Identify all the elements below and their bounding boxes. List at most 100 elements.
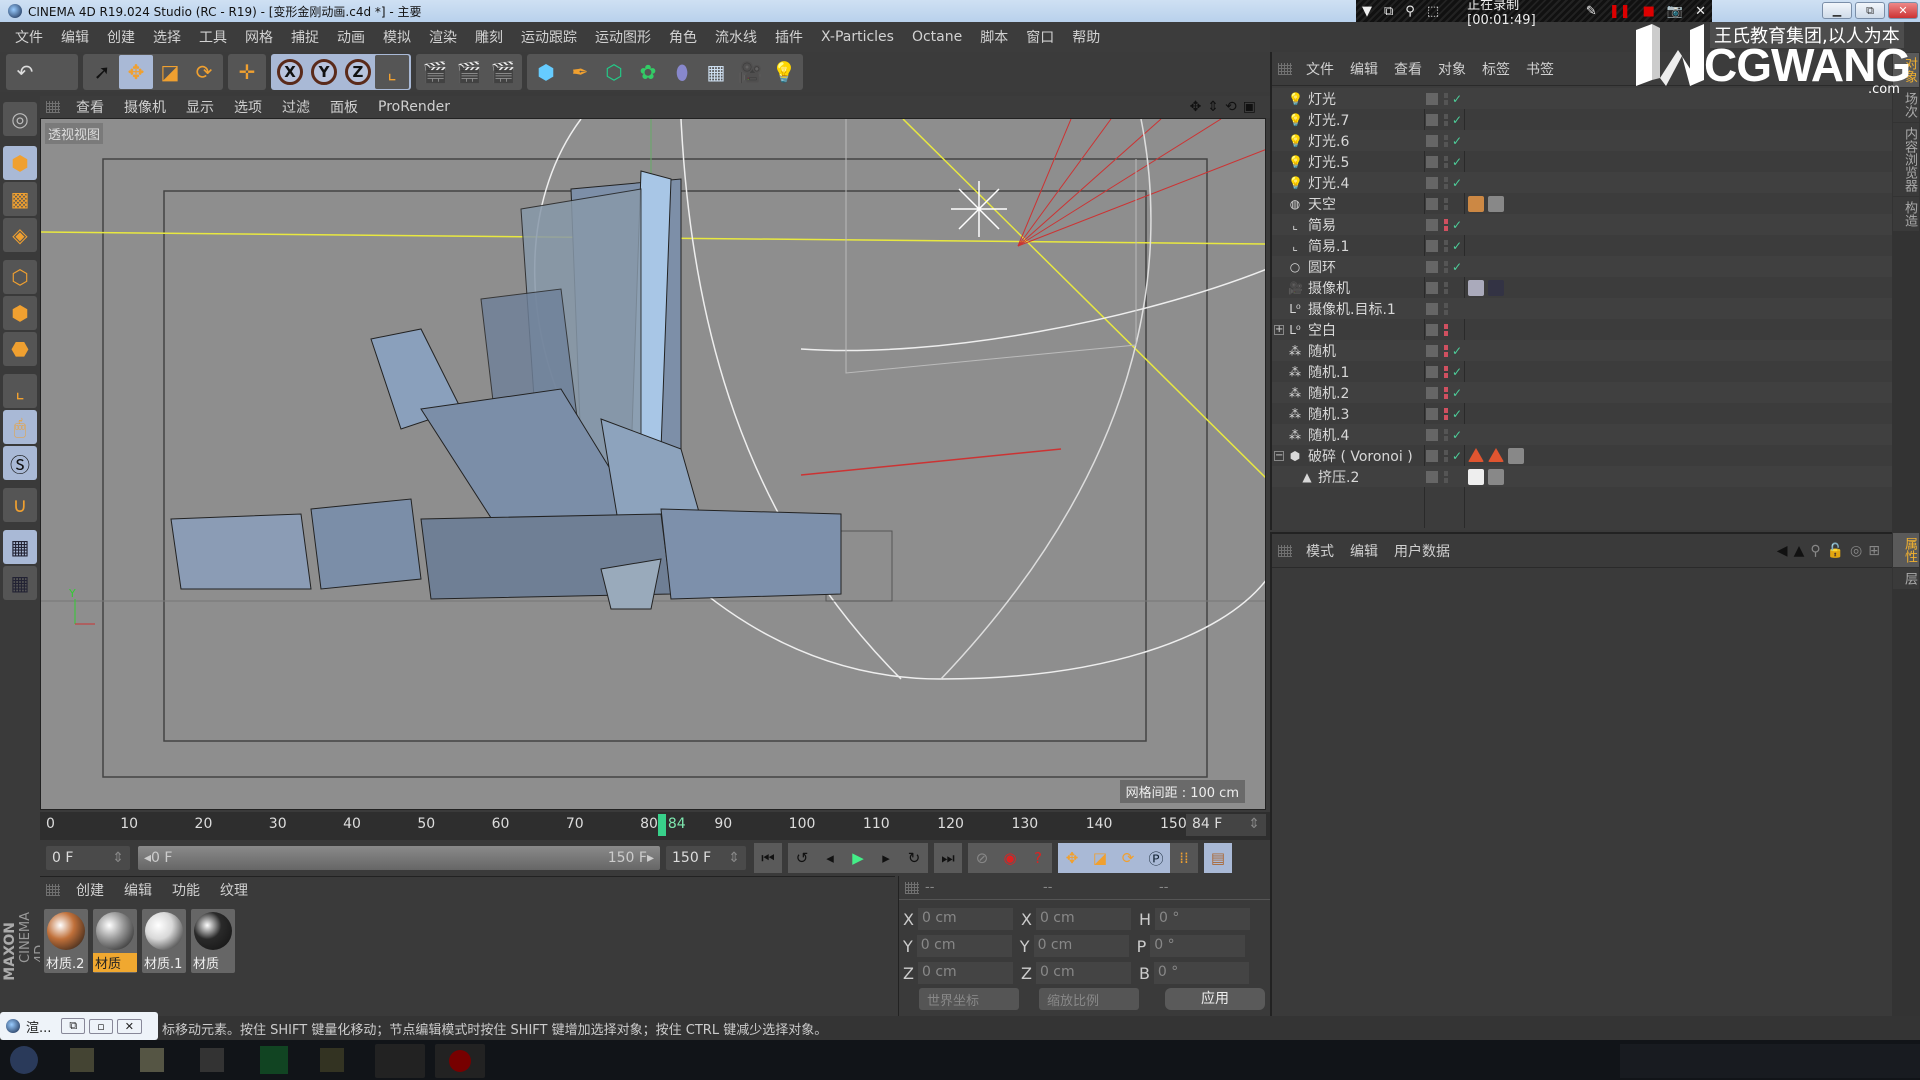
menu-item[interactable]: 工具	[199, 27, 227, 47]
object-row[interactable]: 💡 灯光.4 ✓	[1272, 172, 1894, 193]
mograph-selection-tag-icon[interactable]	[1488, 447, 1504, 462]
object-row[interactable]: ⁂ 随机.2 ✓	[1272, 382, 1894, 403]
material-swatch[interactable]: 材质	[191, 909, 235, 973]
apply-button[interactable]: 应用	[1165, 988, 1265, 1010]
attribute-menu-userdata[interactable]: 用户数据	[1394, 541, 1450, 561]
scale-mode-dropdown[interactable]: 缩放比例	[1039, 988, 1139, 1010]
object-row[interactable]: − ⬢ 破碎 ( Voronoi ) ✓	[1272, 445, 1894, 466]
undo-icon[interactable]: ↶	[8, 55, 42, 89]
coordinate-value-field[interactable]: 0 cm	[1035, 908, 1131, 930]
workplane-lock-icon[interactable]: ▦	[3, 530, 37, 564]
coordinate-value-field[interactable]: 0 cm	[1035, 962, 1131, 984]
layer-visibility-icon[interactable]	[1426, 365, 1438, 378]
current-frame-field[interactable]: 84 F ⇕	[1186, 814, 1266, 836]
visibility-dots-icon[interactable]	[1444, 323, 1448, 336]
cloner-icon[interactable]: ✿	[631, 55, 665, 89]
close-recorder-icon[interactable]: ✕	[1695, 4, 1706, 19]
points-mode-icon[interactable]: ⬡	[3, 260, 37, 294]
workplane-align-icon[interactable]: ▦	[3, 566, 37, 600]
tweak-mode-icon[interactable]: 🖱	[3, 410, 37, 444]
recent-tool-icon[interactable]: ✛	[230, 55, 264, 89]
side-tab[interactable]: 内容浏览器	[1893, 123, 1919, 196]
viewport-menu-camera[interactable]: 摄像机	[124, 97, 166, 117]
viewport-menu-options[interactable]: 选项	[234, 97, 262, 117]
enabled-check-icon[interactable]: ✓	[1452, 365, 1462, 379]
frame-range-slider[interactable]: ◂ 0 F 150 F ▸	[138, 846, 660, 870]
menu-item[interactable]: Octane	[912, 29, 962, 45]
material-tag-icon[interactable]	[1488, 468, 1504, 485]
object-name[interactable]: 破碎 ( Voronoi )	[1308, 446, 1413, 466]
object-name[interactable]: 摄像机.目标.1	[1308, 299, 1396, 319]
enabled-check-icon[interactable]: ✓	[1452, 428, 1462, 442]
pen-icon[interactable]: ✎	[1586, 4, 1597, 19]
object-row[interactable]: ⁂ 随机.3 ✓	[1272, 403, 1894, 424]
menu-item[interactable]: 窗口	[1026, 27, 1054, 47]
axis-mode-icon[interactable]: ⌞	[3, 374, 37, 408]
viewport-menu-view[interactable]: 查看	[76, 97, 104, 117]
object-name[interactable]: 挤压.2	[1318, 467, 1359, 487]
enabled-check-icon[interactable]: ✓	[1452, 386, 1462, 400]
timeline-icon[interactable]: ▤	[1204, 843, 1232, 873]
maximize-icon[interactable]: ▫	[89, 1018, 113, 1034]
object-name[interactable]: 灯光.4	[1308, 173, 1349, 193]
render-settings-icon[interactable]: 🎬	[486, 55, 520, 89]
layer-visibility-icon[interactable]	[1426, 113, 1438, 126]
visibility-dots-icon[interactable]	[1444, 428, 1448, 441]
visibility-dots-icon[interactable]	[1444, 281, 1448, 294]
menu-item[interactable]: 选择	[153, 27, 181, 47]
visibility-dots-icon[interactable]	[1444, 407, 1448, 420]
layer-visibility-icon[interactable]	[1426, 428, 1438, 441]
expand-toggle-icon[interactable]: +	[1274, 324, 1284, 335]
layer-visibility-icon[interactable]	[1426, 197, 1438, 210]
visibility-dots-icon[interactable]	[1444, 260, 1448, 273]
menu-item[interactable]: 角色	[669, 27, 697, 47]
redo-icon[interactable]	[42, 55, 76, 89]
object-name[interactable]: 灯光.6	[1308, 131, 1349, 151]
layer-visibility-icon[interactable]	[1426, 134, 1438, 147]
visibility-dots-icon[interactable]	[1444, 218, 1448, 231]
rotate-view-icon[interactable]: ⟲	[1225, 99, 1243, 115]
close-button[interactable]: ✕	[1888, 2, 1918, 19]
enabled-check-icon[interactable]: ✓	[1452, 260, 1462, 274]
attribute-menu-edit[interactable]: 编辑	[1350, 541, 1378, 561]
menu-item[interactable]: 脚本	[980, 27, 1008, 47]
visibility-dots-icon[interactable]	[1444, 92, 1448, 105]
object-row[interactable]: L⁰ 摄像机.目标.1	[1272, 298, 1894, 319]
taskbar-app-icon[interactable]	[320, 1048, 344, 1072]
phong-tag-icon[interactable]	[1468, 468, 1484, 485]
object-row[interactable]: ⁂ 随机 ✓	[1272, 340, 1894, 361]
dropdown-arrow-icon[interactable]: ▼	[1362, 4, 1372, 19]
viewport-menu-panel[interactable]: 面板	[330, 97, 358, 117]
spinner-icon[interactable]: ⇕	[1248, 816, 1260, 832]
visibility-dots-icon[interactable]	[1444, 113, 1448, 126]
subdivision-icon[interactable]: ⬡	[597, 55, 631, 89]
menu-item[interactable]: 动画	[337, 27, 365, 47]
cube-icon[interactable]: ⬢	[529, 55, 563, 89]
object-name[interactable]: 天空	[1308, 194, 1336, 214]
workplane-icon[interactable]: ◈	[3, 218, 37, 252]
layer-visibility-icon[interactable]	[1426, 407, 1438, 420]
visibility-dots-icon[interactable]	[1444, 134, 1448, 147]
enabled-check-icon[interactable]: ✓	[1452, 155, 1462, 169]
snap-icon[interactable]: ∪	[3, 488, 37, 522]
material-swatch[interactable]: 材质.2	[44, 909, 88, 973]
restore-icon[interactable]: ⧉	[61, 1018, 86, 1034]
viewport-menu-display[interactable]: 显示	[186, 97, 214, 117]
visibility-dots-icon[interactable]	[1444, 197, 1448, 210]
layer-visibility-icon[interactable]	[1426, 302, 1438, 315]
panel-grip-icon[interactable]	[1278, 62, 1292, 75]
taskbar-folder-icon[interactable]	[140, 1048, 164, 1072]
layer-visibility-icon[interactable]	[1426, 386, 1438, 399]
layer-visibility-icon[interactable]	[1426, 260, 1438, 273]
camera-snapshot-icon[interactable]: 📷	[1667, 4, 1683, 19]
layer-visibility-icon[interactable]	[1426, 155, 1438, 168]
menu-item[interactable]: 渲染	[429, 27, 457, 47]
menu-item[interactable]: 创建	[107, 27, 135, 47]
layer-visibility-icon[interactable]	[1426, 344, 1438, 357]
enabled-check-icon[interactable]: ✓	[1452, 407, 1462, 421]
close-icon[interactable]: ✕	[116, 1018, 142, 1034]
visibility-dots-icon[interactable]	[1444, 302, 1448, 315]
object-menu-item[interactable]: 查看	[1394, 59, 1422, 79]
visibility-dots-icon[interactable]	[1444, 365, 1448, 378]
keyframe-selection-icon[interactable]: ?	[1024, 843, 1052, 873]
